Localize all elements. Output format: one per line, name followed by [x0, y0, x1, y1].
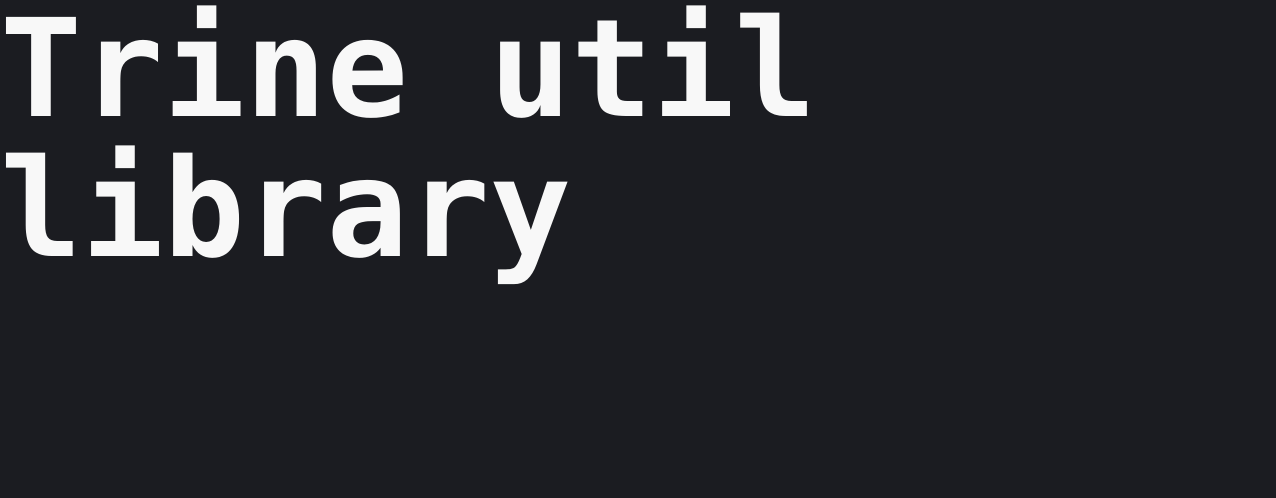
page-title-line-2: library [0, 131, 572, 289]
page-title: Trine util library [0, 0, 816, 280]
page: Trine util library [0, 0, 1276, 498]
page-title-line-1: Trine util [0, 0, 816, 149]
